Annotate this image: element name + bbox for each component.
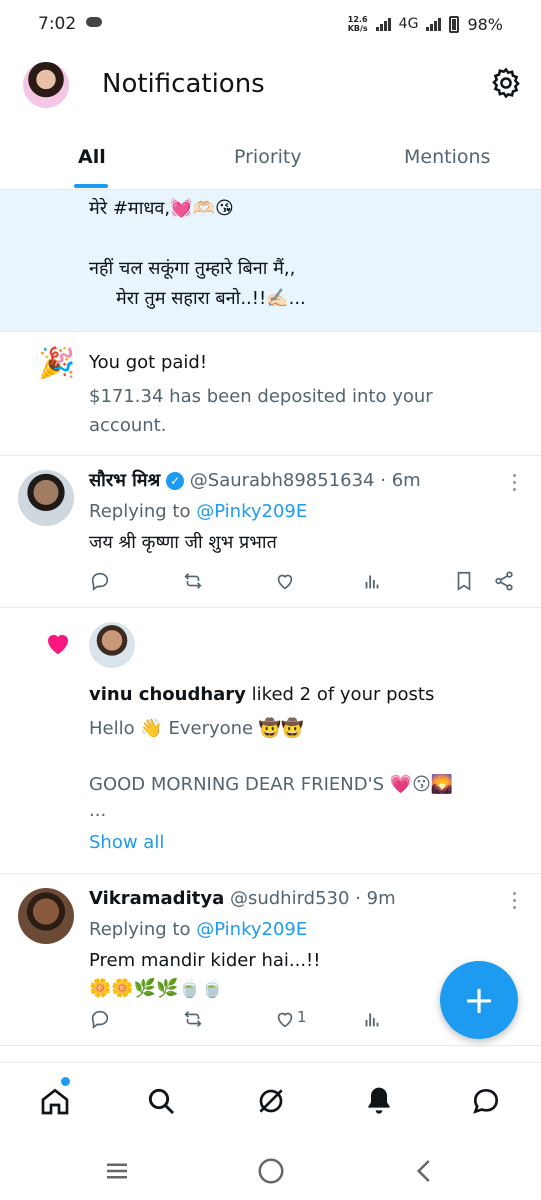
post-text-line: नहीं चल सकूंगा तुम्हारे बिना मैं,, [89,258,296,279]
header: Notifications [0,48,541,128]
tab-priority[interactable]: Priority [234,146,302,168]
system-nav-bar [0,1142,541,1200]
notification-dot [61,1077,70,1086]
network-type: 4G [398,16,419,32]
notification-payment[interactable]: 🎉 You got paid! $171.34 has been deposit… [0,332,541,456]
status-time: 7:02 [38,14,77,34]
compose-button[interactable]: + [440,961,518,1039]
like-count: 1 [297,1008,307,1026]
reply-post[interactable]: सौरभ मिश्र ✓ @Saurabh89851634 · 6m Reply… [0,456,541,608]
show-all-link[interactable]: Show all [89,830,164,856]
avatar[interactable] [89,622,135,668]
liker-name[interactable]: vinu choudhary [89,684,246,705]
party-popper-icon: 🎉 [38,346,76,381]
more-options-icon[interactable] [513,474,517,492]
reply-icon[interactable] [89,1008,111,1030]
reply-icon[interactable] [89,570,111,592]
back-icon[interactable] [410,1156,440,1186]
signal-icon [375,17,391,31]
post-emoji: 🌼🌼🌿🌿🍵🍵 [89,978,224,999]
notification-like[interactable]: vinu choudhary liked 2 of your posts Hel… [0,608,541,874]
like-action-text: liked 2 of your posts [251,684,435,705]
replying-label: Replying to [89,501,191,522]
bookmark-icon[interactable] [453,570,475,592]
replying-label: Replying to [89,919,191,940]
avatar[interactable] [18,470,74,526]
bell-icon[interactable] [363,1085,395,1117]
post-text-line: मेरा तुम सहारा बनो..!!✍🏻... [116,288,306,309]
heart-icon [48,634,68,655]
active-tab-indicator [74,184,108,188]
cloud-icon [86,17,103,27]
profile-avatar[interactable] [23,62,69,108]
grok-icon[interactable] [255,1085,287,1117]
author-handle[interactable]: @sudhird530 [230,888,350,909]
tab-mentions[interactable]: Mentions [404,146,490,168]
battery-level: 98% [467,14,503,34]
status-bar: 7:02 12.6 KB/s 4G 98% [0,0,541,48]
repost-icon[interactable] [182,1008,204,1030]
verified-badge-icon: ✓ [166,472,185,490]
post-time: · 9m [355,888,396,909]
search-icon[interactable] [145,1085,177,1117]
avatar[interactable] [18,888,74,944]
highlighted-post[interactable]: मेरे #माधव,💓🫶🏻😘 नहीं चल सकूंगा तुम्हारे … [0,190,541,332]
messages-icon[interactable] [470,1085,502,1117]
author-name[interactable]: सौरभ मिश्र [89,470,160,491]
liked-post-text: GOOD MORNING DEAR FRIEND'S 💗😗🌄 [89,774,454,795]
notifications-feed[interactable]: मेरे #माधव,💓🫶🏻😘 नहीं चल सकूंगा तुम्हारे … [0,190,541,1062]
like-icon[interactable] [274,570,296,592]
payment-title: You got paid! [89,352,208,373]
recent-apps-icon[interactable] [102,1156,132,1186]
plus-icon: + [463,978,495,1022]
bottom-nav [0,1062,541,1142]
post-text: जय श्री कृष्णा जी शुभ प्रभात [89,532,277,553]
tab-all[interactable]: All [78,146,106,168]
liked-post-ellipsis: ... [89,800,107,821]
more-options-icon[interactable] [513,892,517,910]
signal-icon-2 [426,17,442,31]
author-name[interactable]: Vikramaditya [89,888,224,909]
author-handle[interactable]: @Saurabh89851634 [190,470,375,491]
replying-handle[interactable]: @Pinky209E [196,501,307,522]
battery-icon [449,15,460,33]
liked-post-text: Hello 👋 Everyone 🤠🤠 [89,718,304,739]
post-text: Prem mandir kider hai...!! [89,950,321,971]
tab-bar: All Priority Mentions [0,128,541,190]
repost-icon[interactable] [182,570,204,592]
post-text-line: मेरे #माधव,💓🫶🏻😘 [89,198,234,219]
payment-body: $171.34 has been deposited into your [89,386,433,407]
post-time: · 6m [380,470,421,491]
views-icon[interactable] [361,1008,383,1030]
share-icon[interactable] [493,570,515,592]
gear-icon[interactable] [489,66,523,100]
like-icon[interactable] [274,1008,296,1030]
network-speed: 12.6 KB/s [347,15,368,33]
home-icon[interactable] [39,1085,71,1117]
page-title: Notifications [102,69,265,99]
replying-handle[interactable]: @Pinky209E [196,919,307,940]
home-circle-icon[interactable] [256,1156,286,1186]
views-icon[interactable] [361,570,383,592]
payment-body: account. [89,415,167,436]
